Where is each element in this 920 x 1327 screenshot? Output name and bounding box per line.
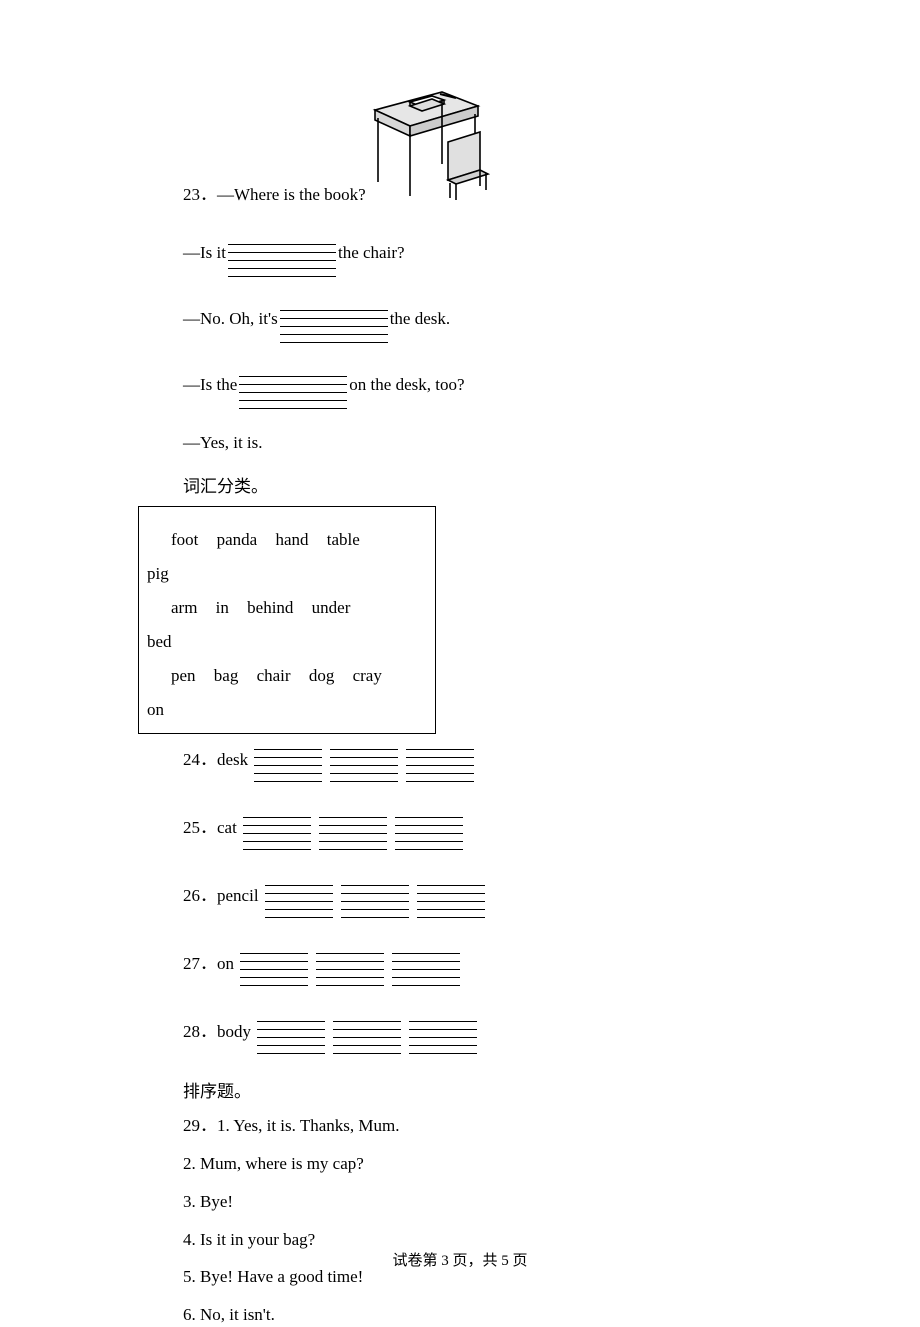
desk-chair-image [370, 70, 490, 207]
q23-line-isthe: —Is the on the desk, too? [183, 365, 743, 405]
item-28-label: 28．body [183, 1020, 251, 1044]
wordbox-line: bed [147, 625, 417, 659]
content-column: 23． —Where is the book? [183, 70, 743, 1327]
order-section-title: 排序题。 [183, 1080, 743, 1104]
text: —No. Oh, it's [183, 307, 278, 331]
blank-triple[interactable] [257, 1014, 477, 1054]
item-24-label: 24．desk [183, 748, 248, 772]
q23-prompt: —Where is the book? [217, 183, 366, 207]
item-25-row: 25．cat [183, 808, 743, 848]
wordbox-line: arm in behind under [147, 591, 417, 625]
item-24-row: 24．desk [183, 740, 743, 780]
q29-line-6: 6. No, it isn't. [183, 1303, 743, 1327]
text: on the desk, too? [349, 373, 464, 397]
page: 23． —Where is the book? [0, 0, 920, 1302]
q29-line-2: 2. Mum, where is my cap? [183, 1152, 743, 1176]
text: —Yes, it is. [183, 431, 263, 455]
text: —Is the [183, 373, 237, 397]
item-27-label: 27．on [183, 952, 234, 976]
vocab-section-title: 词汇分类。 [183, 475, 743, 499]
q29-line-3: 3. Bye! [183, 1190, 743, 1214]
q23-line-isit: —Is it the chair? [183, 233, 743, 273]
item-25-label: 25．cat [183, 816, 237, 840]
blank-group[interactable] [239, 369, 347, 409]
wordbox-line: foot panda hand table [147, 523, 417, 557]
q23-prompt-row: 23． —Where is the book? [183, 70, 743, 207]
text: the desk. [390, 307, 450, 331]
q23-line-yes: —Yes, it is. [183, 431, 743, 455]
item-28-row: 28．body [183, 1012, 743, 1052]
blank-group[interactable] [228, 237, 336, 277]
text: the chair? [338, 241, 405, 265]
q23-line-no: —No. Oh, it's the desk. [183, 299, 743, 339]
q29-line-4: 4. Is it in your bag? [183, 1228, 743, 1252]
word-box: foot panda hand table pig arm in behind … [138, 506, 436, 734]
wordbox-line: pen bag chair dog cray [147, 659, 417, 693]
page-footer: 试卷第 3 页，共 5 页 [0, 1251, 920, 1272]
blank-triple[interactable] [254, 742, 474, 782]
item-26-label: 26．pencil [183, 884, 259, 908]
q29-line-1: 29．1. Yes, it is. Thanks, Mum. [183, 1114, 743, 1138]
q23-number: 23． [183, 183, 217, 207]
blank-triple[interactable] [240, 946, 460, 986]
blank-group[interactable] [280, 303, 388, 343]
wordbox-line: on [147, 693, 417, 727]
blank-triple[interactable] [265, 878, 485, 918]
item-27-row: 27．on [183, 944, 743, 984]
wordbox-line: pig [147, 557, 417, 591]
text: —Is it [183, 241, 226, 265]
blank-triple[interactable] [243, 810, 463, 850]
item-26-row: 26．pencil [183, 876, 743, 916]
